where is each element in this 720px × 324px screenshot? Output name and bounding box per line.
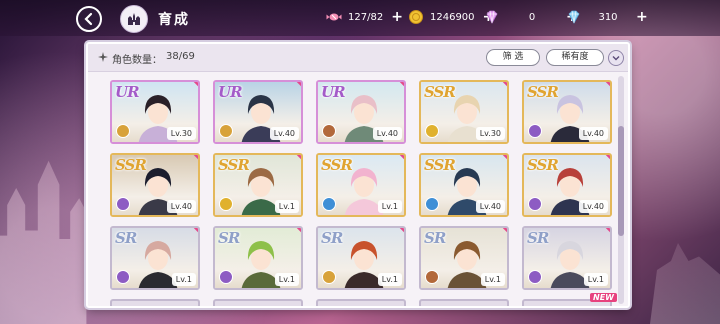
character-card[interactable]: SR Lv.1 [213, 226, 303, 290]
element-icon [219, 124, 233, 138]
back-button[interactable] [76, 6, 102, 32]
back-arrow-icon [84, 12, 93, 26]
card-level: Lv.1 [274, 200, 299, 213]
card-rarity: SSR [424, 83, 456, 101]
character-card[interactable]: SSR Lv.1 [213, 153, 303, 217]
gold-counter: 1246900 + [408, 9, 494, 25]
card-rarity: SSR [527, 83, 559, 101]
element-icon [425, 270, 439, 284]
new-badge: NEW [590, 293, 617, 302]
card-level: Lv.1 [171, 273, 196, 286]
card-rarity: SR [527, 229, 549, 247]
castle-silhouette [0, 160, 87, 324]
element-icon [528, 197, 542, 211]
card-level: Lv.40 [166, 200, 196, 213]
character-card[interactable]: SR Lv.1 [419, 226, 509, 290]
card-level: Lv.40 [578, 200, 608, 213]
home-button[interactable] [120, 5, 148, 33]
card-level: Lv.1 [583, 273, 608, 286]
element-icon [219, 270, 233, 284]
card-rarity: SSR [218, 156, 250, 174]
element-icon [116, 197, 130, 211]
card-level: Lv.40 [269, 127, 299, 140]
card-level: Lv.40 [578, 127, 608, 140]
gold-coin-icon [409, 10, 423, 24]
blue-gem-plus-button[interactable]: + [636, 9, 648, 25]
character-panel: 角色数量： 38/69 筛 选 稀有度 UR Lv.30 UR Lv.40 UR Lv.4… [86, 42, 630, 308]
card-rarity: SSR [115, 156, 147, 174]
stamina-counter: 127/82 + [326, 9, 403, 25]
top-bar: 育成 127/82 + 1246900 + 0 + 310 + [0, 0, 720, 36]
card-level: Lv.40 [372, 127, 402, 140]
card-rarity: SR [424, 229, 446, 247]
character-card[interactable]: SR Lv.1 [316, 226, 406, 290]
card-rarity: UR [115, 83, 140, 101]
stamina-plus-button[interactable]: + [391, 9, 403, 25]
element-icon [116, 270, 130, 284]
card-rarity: SSR [321, 156, 353, 174]
character-card[interactable]: SR Lv.1 [110, 226, 200, 290]
element-icon [322, 124, 336, 138]
card-level: Lv.40 [475, 200, 505, 213]
character-card[interactable]: SSR Lv.1 [316, 153, 406, 217]
blue-gem-icon [568, 10, 580, 24]
card-rarity: SR [115, 229, 137, 247]
scrollbar[interactable] [618, 76, 624, 304]
character-card-partial[interactable] [213, 299, 303, 306]
element-icon [116, 124, 130, 138]
character-grid: UR Lv.30 UR Lv.40 UR Lv.40 SSR Lv.30 SSR Lv.40 SSR… [88, 44, 628, 306]
pink-gem-icon [486, 10, 498, 24]
scroll-thumb[interactable] [618, 126, 624, 236]
character-card[interactable]: UR Lv.40 [213, 80, 303, 144]
card-level: Lv.30 [166, 127, 196, 140]
element-icon [528, 124, 542, 138]
card-rarity: UR [218, 83, 243, 101]
element-icon [219, 197, 233, 211]
character-card-partial[interactable] [419, 299, 509, 306]
character-card[interactable]: UR Lv.40 [316, 80, 406, 144]
page-title: 育成 [158, 12, 190, 28]
card-level: Lv.1 [377, 273, 402, 286]
card-level: Lv.30 [475, 127, 505, 140]
card-rarity: SR [218, 229, 240, 247]
character-card[interactable]: SR Lv.1 [522, 226, 612, 290]
character-card[interactable]: SSR Lv.40 [419, 153, 509, 217]
element-icon [322, 270, 336, 284]
card-rarity: UR [321, 83, 346, 101]
character-card[interactable]: SSR Lv.40 [522, 80, 612, 144]
element-icon [322, 197, 336, 211]
card-level: Lv.1 [480, 273, 505, 286]
card-rarity: SSR [424, 156, 456, 174]
card-level: Lv.1 [274, 273, 299, 286]
element-icon [528, 270, 542, 284]
stamina-value: 127/82 [348, 11, 384, 23]
castle-silhouette-right [650, 243, 720, 324]
character-card-partial[interactable] [110, 299, 200, 306]
character-card[interactable]: SSR Lv.40 [522, 153, 612, 217]
character-card[interactable]: UR Lv.30 [110, 80, 200, 144]
card-rarity: SSR [527, 156, 559, 174]
pink-gem-value: 0 [528, 11, 536, 23]
character-card[interactable]: SSR Lv.40 [110, 153, 200, 217]
home-castle-icon [128, 13, 140, 25]
character-card-partial[interactable] [316, 299, 406, 306]
character-card[interactable]: SSR Lv.30 [419, 80, 509, 144]
element-icon [425, 197, 439, 211]
candy-icon [326, 13, 342, 21]
gold-value: 1246900 [430, 11, 475, 23]
blue-gem-counter: 310 + [566, 9, 648, 25]
blue-gem-value: 310 [598, 11, 618, 23]
card-rarity: SR [321, 229, 343, 247]
element-icon [425, 124, 439, 138]
pink-gem-counter: 0 + [484, 9, 578, 25]
card-level: Lv.1 [377, 200, 402, 213]
